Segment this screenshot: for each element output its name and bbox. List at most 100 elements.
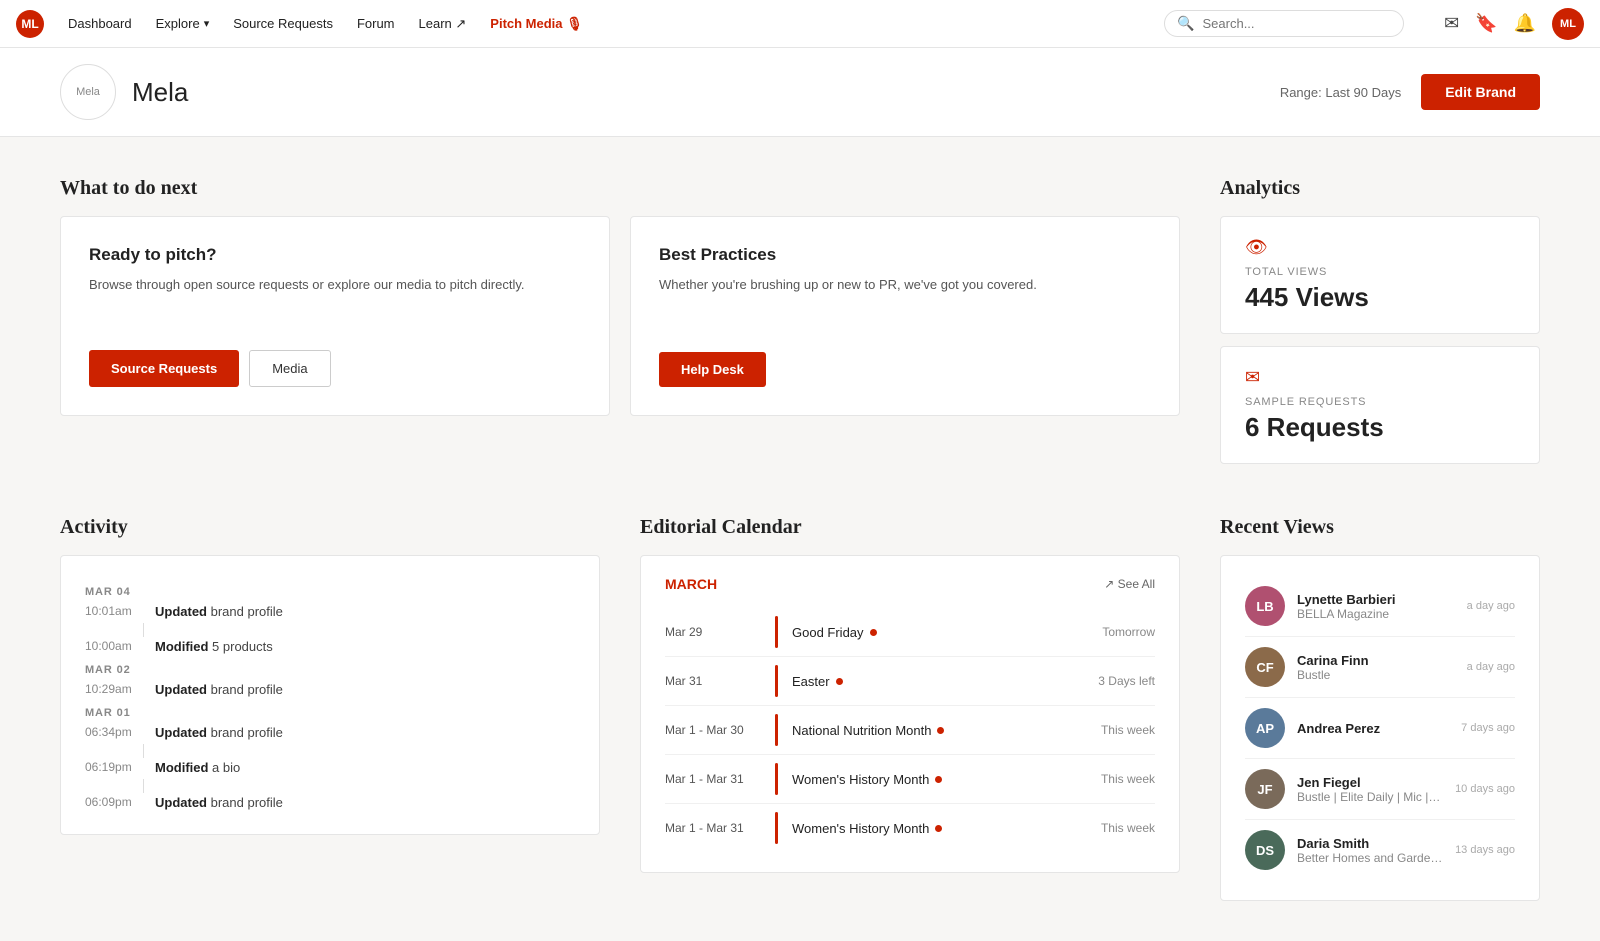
- best-practices-actions: Help Desk: [659, 352, 1151, 387]
- activity-divider: [143, 744, 144, 758]
- recent-publication: BELLA Magazine: [1297, 607, 1455, 621]
- editorial-bar: [775, 665, 778, 697]
- recent-view-item[interactable]: DS Daria Smith Better Homes and Gardens …: [1245, 820, 1515, 880]
- nav-pitch-media[interactable]: Pitch Media 🎙: [490, 16, 582, 32]
- range-label: Range: Last 90 Days: [1280, 85, 1401, 100]
- total-views-value: 445 Views: [1245, 282, 1515, 313]
- editorial-header: MARCH ↗ See All: [665, 576, 1155, 592]
- sample-requests-value: 6 Requests: [1245, 412, 1515, 443]
- pitch-card-actions: Source Requests Media: [89, 350, 581, 387]
- activity-item: 06:09pm Updated brand profile: [85, 795, 575, 810]
- top-grid: What to do next Ready to pitch? Browse t…: [60, 177, 1540, 476]
- recent-info: Daria Smith Better Homes and Gardens | F…: [1297, 836, 1443, 865]
- bookmark-icon[interactable]: 🔖: [1475, 13, 1497, 34]
- nav-dashboard[interactable]: Dashboard: [68, 16, 132, 31]
- recent-views-card: LB Lynette Barbieri BELLA Magazine a day…: [1220, 555, 1540, 901]
- see-all-link[interactable]: ↗ See All: [1104, 577, 1155, 591]
- activity-date-mar04: MAR 04: [85, 586, 575, 598]
- ready-to-pitch-desc: Browse through open source requests or e…: [89, 275, 581, 296]
- bottom-grid: Activity MAR 04 10:01am Updated brand pr…: [60, 516, 1540, 901]
- avatar: AP: [1245, 708, 1285, 748]
- recent-name: Daria Smith: [1297, 836, 1443, 851]
- recent-publication: Better Homes and Gardens | Fa...: [1297, 851, 1443, 865]
- brand-header-right: Range: Last 90 Days Edit Brand: [1280, 74, 1540, 110]
- event-dot: [937, 727, 944, 734]
- recent-time: a day ago: [1467, 661, 1515, 673]
- editorial-row: Mar 31 Easter 3 Days left: [665, 657, 1155, 706]
- nav-forum[interactable]: Forum: [357, 16, 395, 31]
- help-desk-button[interactable]: Help Desk: [659, 352, 766, 387]
- eye-icon: 👁: [1245, 237, 1515, 258]
- recent-publication: Bustle: [1297, 668, 1455, 682]
- recent-view-item[interactable]: CF Carina Finn Bustle a day ago: [1245, 637, 1515, 698]
- editorial-bar: [775, 616, 778, 648]
- recent-info: Jen Fiegel Bustle | Elite Daily | Mic | …: [1297, 775, 1443, 804]
- editorial-bar: [775, 763, 778, 795]
- event-dot: [935, 825, 942, 832]
- topnav: ML Dashboard Explore ▾ Source Requests F…: [0, 0, 1600, 48]
- editorial-month: MARCH: [665, 576, 717, 592]
- recent-view-item[interactable]: LB Lynette Barbieri BELLA Magazine a day…: [1245, 576, 1515, 637]
- nav-explore[interactable]: Explore ▾: [156, 16, 210, 31]
- recent-views-section: Recent Views LB Lynette Barbieri BELLA M…: [1220, 516, 1540, 901]
- ready-to-pitch-card: Ready to pitch? Browse through open sour…: [60, 216, 610, 416]
- event-dot: [935, 776, 942, 783]
- nav-logo: ML: [16, 10, 44, 38]
- nav-source-requests[interactable]: Source Requests: [233, 16, 333, 31]
- search-bar[interactable]: 🔍: [1164, 10, 1404, 37]
- recent-info: Carina Finn Bustle: [1297, 653, 1455, 682]
- total-views-card: 👁 TOTAL VIEWS 445 Views: [1220, 216, 1540, 334]
- activity-item: 10:29am Updated brand profile: [85, 682, 575, 697]
- activity-date-mar02: MAR 02: [85, 664, 575, 676]
- nav-learn[interactable]: Learn ↗: [419, 16, 467, 32]
- what-to-do-next-title: What to do next: [60, 177, 1180, 200]
- recent-info: Lynette Barbieri BELLA Magazine: [1297, 592, 1455, 621]
- editorial-bar: [775, 812, 778, 844]
- activity-divider: [143, 779, 144, 793]
- sample-requests-card: ✉ SAMPLE REQUESTS 6 Requests: [1220, 346, 1540, 464]
- editorial-row: Mar 1 - Mar 31 Women's History Month Thi…: [665, 755, 1155, 804]
- recent-time: 10 days ago: [1455, 783, 1515, 795]
- editorial-bar: [775, 714, 778, 746]
- activity-item: 10:01am Updated brand profile: [85, 604, 575, 619]
- recent-time: a day ago: [1467, 600, 1515, 612]
- avatar: CF: [1245, 647, 1285, 687]
- nav-icons: ✉ 🔖 🔔 ML: [1444, 8, 1584, 40]
- main-content: What to do next Ready to pitch? Browse t…: [0, 137, 1600, 941]
- editorial-calendar-section: Editorial Calendar MARCH ↗ See All Mar 2…: [640, 516, 1180, 901]
- best-practices-card: Best Practices Whether you're brushing u…: [630, 216, 1180, 416]
- mail-icon[interactable]: ✉: [1444, 13, 1459, 34]
- event-dot: [836, 678, 843, 685]
- user-avatar[interactable]: ML: [1552, 8, 1584, 40]
- event-dot: [870, 629, 877, 636]
- ready-to-pitch-title: Ready to pitch?: [89, 245, 581, 265]
- chevron-down-icon: ▾: [204, 17, 210, 30]
- editorial-row: Mar 29 Good Friday Tomorrow: [665, 608, 1155, 657]
- recent-view-item[interactable]: JF Jen Fiegel Bustle | Elite Daily | Mic…: [1245, 759, 1515, 820]
- best-practices-desc: Whether you're brushing up or new to PR,…: [659, 275, 1151, 296]
- media-button[interactable]: Media: [249, 350, 330, 387]
- brand-name: Mela: [132, 77, 188, 108]
- recent-name: Carina Finn: [1297, 653, 1455, 668]
- recent-views-title: Recent Views: [1220, 516, 1540, 539]
- recent-time: 13 days ago: [1455, 844, 1515, 856]
- analytics-title: Analytics: [1220, 177, 1540, 200]
- brand-logo: Mela: [60, 64, 116, 120]
- recent-name: Andrea Perez: [1297, 721, 1449, 736]
- brand-header: Mela Mela Range: Last 90 Days Edit Brand: [0, 48, 1600, 137]
- edit-brand-button[interactable]: Edit Brand: [1421, 74, 1540, 110]
- source-requests-button[interactable]: Source Requests: [89, 350, 239, 387]
- activity-date-mar01: MAR 01: [85, 707, 575, 719]
- what-to-do-next-section: What to do next Ready to pitch? Browse t…: [60, 177, 1180, 476]
- editorial-row: Mar 1 - Mar 30 National Nutrition Month …: [665, 706, 1155, 755]
- activity-item: 06:34pm Updated brand profile: [85, 725, 575, 740]
- notification-icon[interactable]: 🔔: [1514, 13, 1536, 34]
- avatar: JF: [1245, 769, 1285, 809]
- activity-divider: [143, 623, 144, 637]
- brand-info: Mela Mela: [60, 64, 188, 120]
- editorial-card: MARCH ↗ See All Mar 29 Good Friday Tomor…: [640, 555, 1180, 873]
- search-input[interactable]: [1203, 16, 1392, 31]
- avatar: LB: [1245, 586, 1285, 626]
- activity-title: Activity: [60, 516, 600, 539]
- recent-view-item[interactable]: AP Andrea Perez 7 days ago: [1245, 698, 1515, 759]
